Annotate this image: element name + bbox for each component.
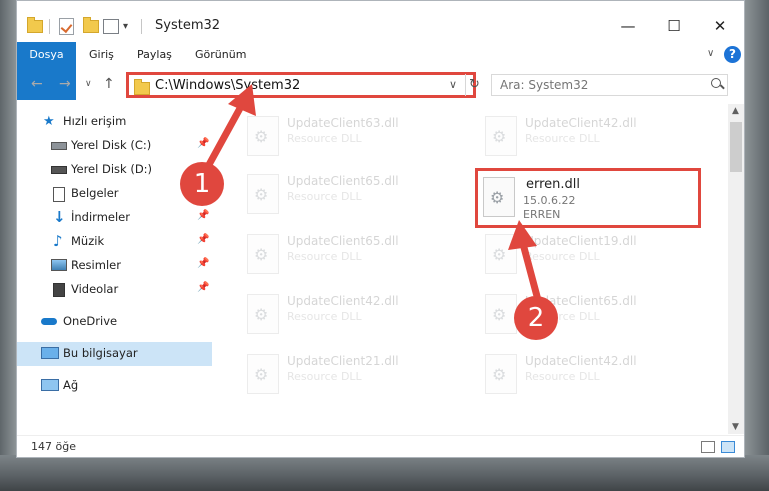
arrow-1-line <box>201 97 248 176</box>
annotation-arrows <box>201 84 542 304</box>
arrow-2-head <box>508 220 537 250</box>
step-1-callout: 1 <box>180 162 224 206</box>
arrow-2-line <box>518 236 542 304</box>
step-2-callout: 2 <box>514 296 558 340</box>
